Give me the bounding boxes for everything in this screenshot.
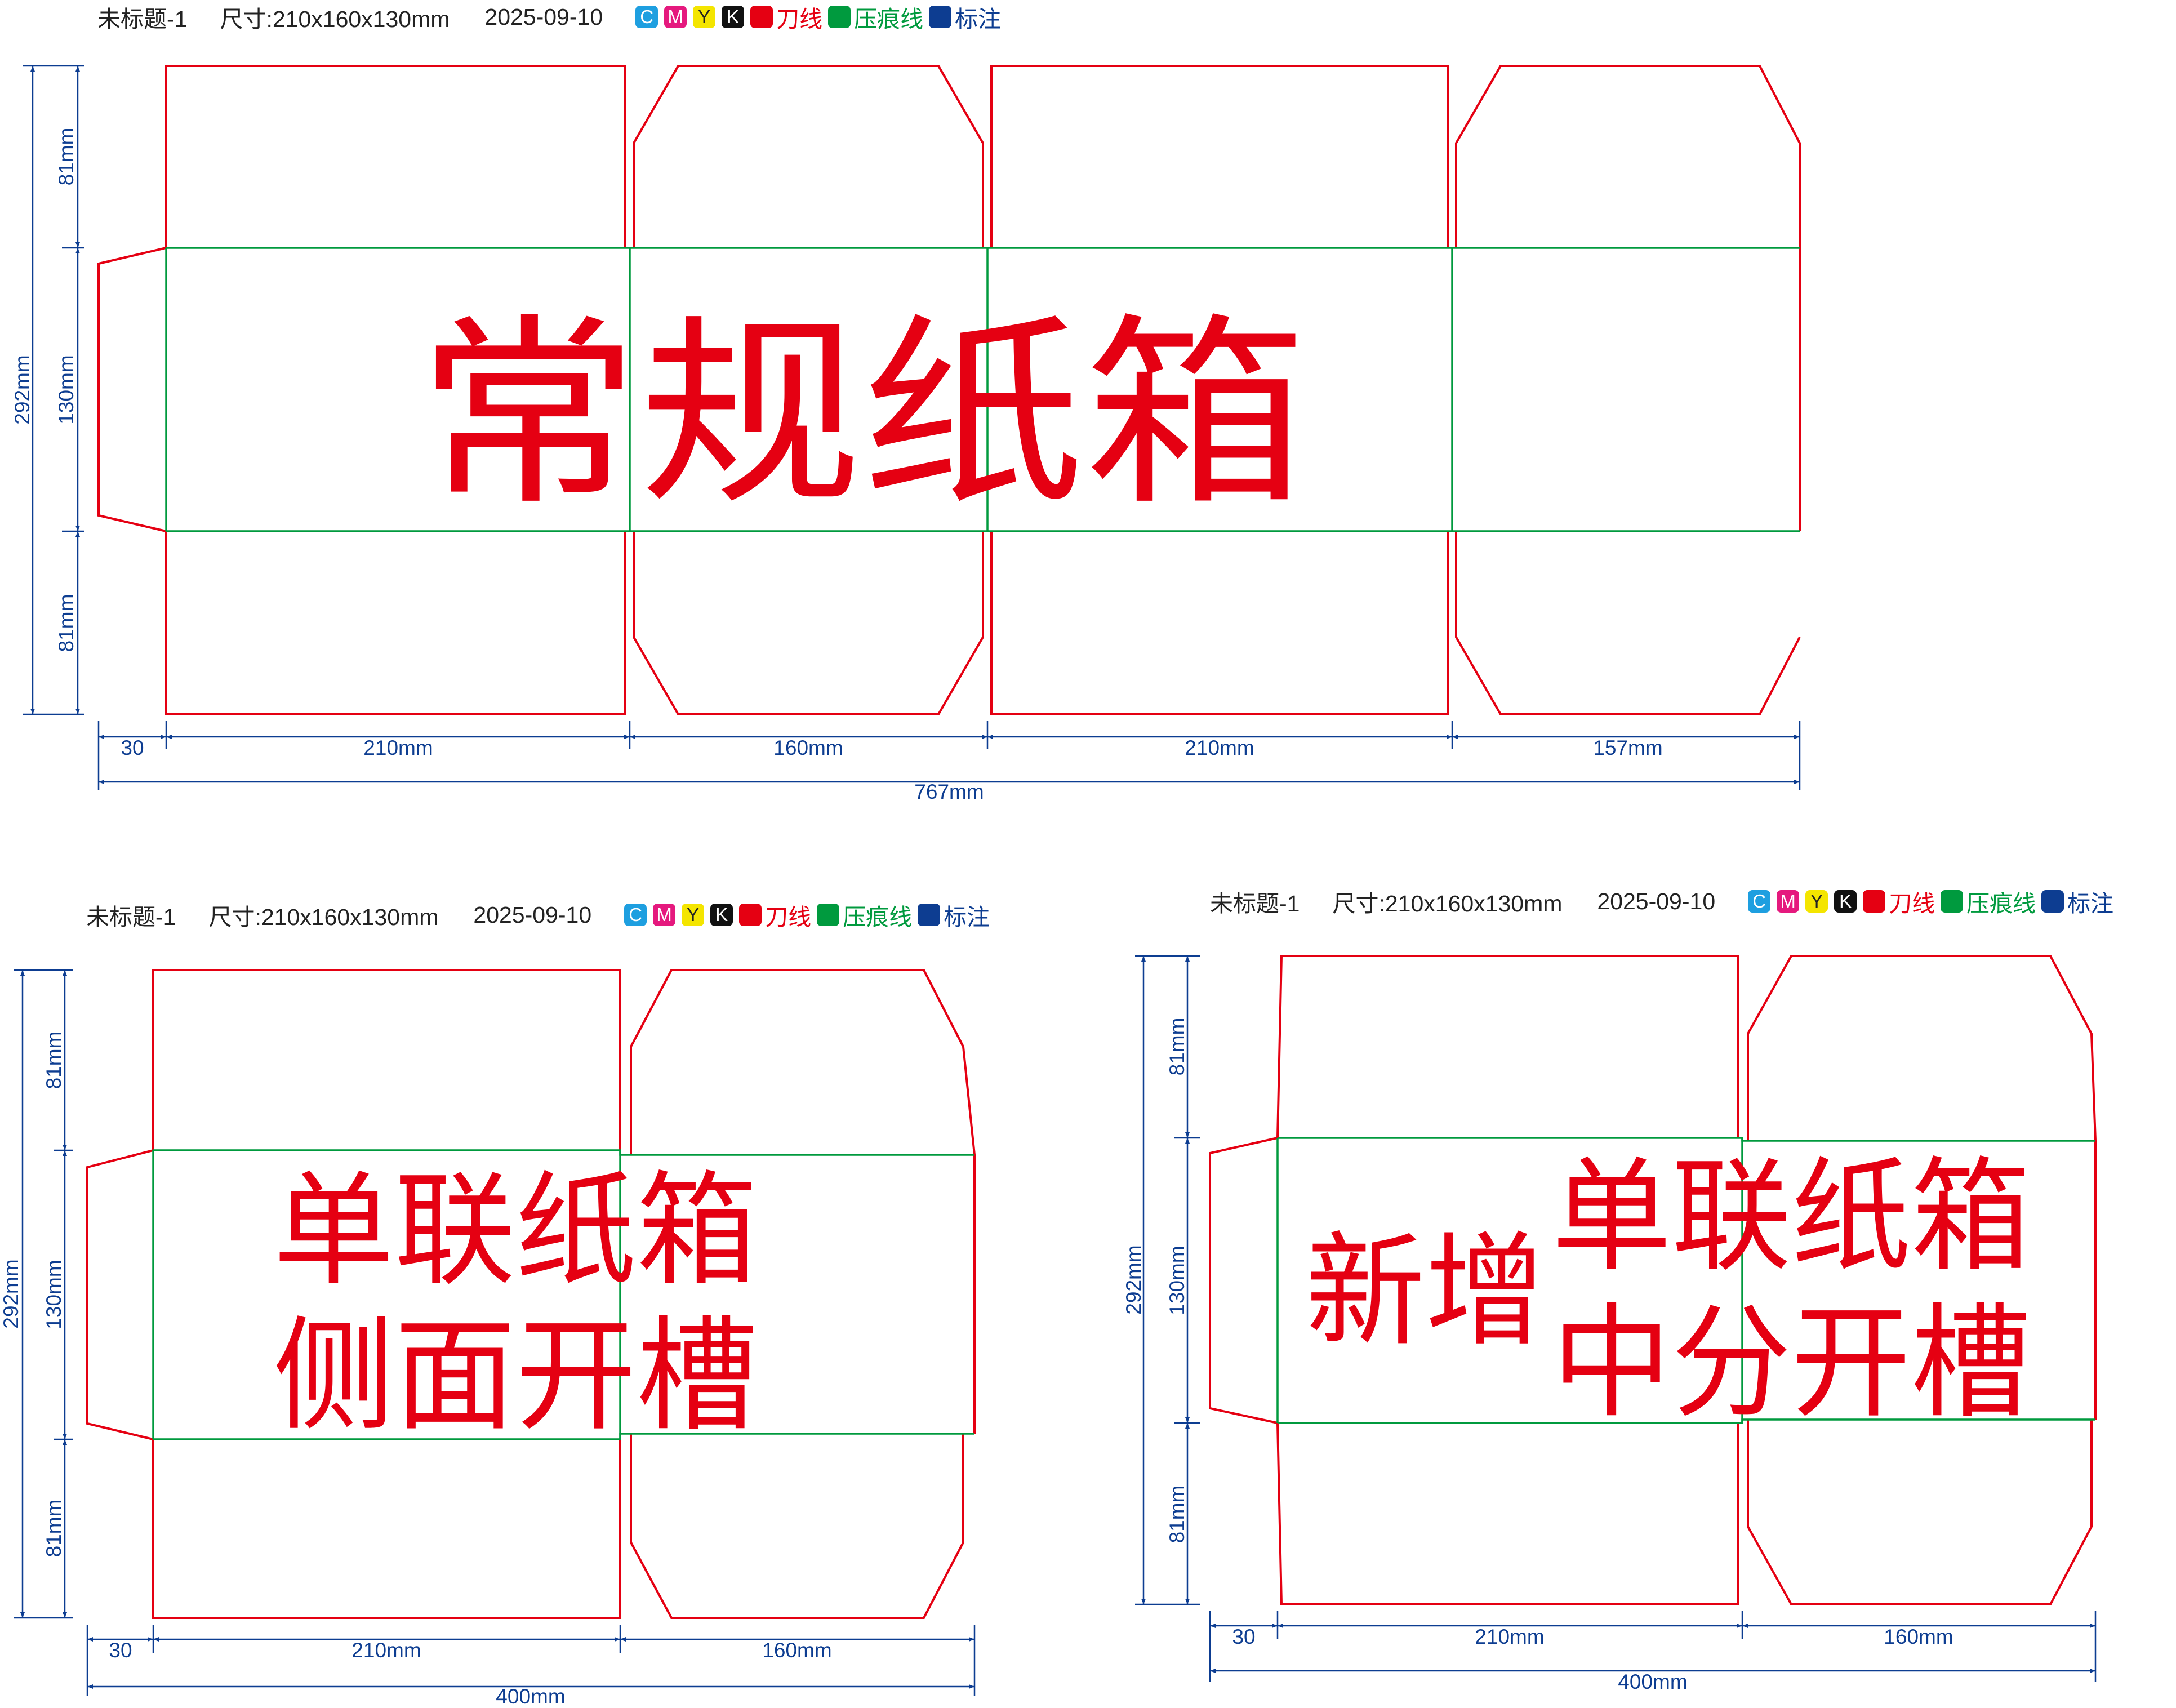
top-flap-2 [633, 65, 984, 248]
dim-total-width: 400mm [1618, 1670, 1687, 1693]
bottom-flap-2 [1747, 1420, 2093, 1605]
top-flap-4 [1455, 65, 1801, 531]
dim-total-width: 400mm [496, 1685, 565, 1708]
dim-glue: 30 [121, 736, 144, 759]
dim-flap-top: 81mm [1165, 1018, 1189, 1076]
dim-total-height: 292mm [11, 355, 34, 424]
top-flap-1 [165, 65, 626, 248]
canvas: { "header": { "doc_name": "未标题-1", "size… [0, 0, 2176, 1708]
bottom-flap-1 [165, 531, 626, 715]
bottom-flap-2 [633, 531, 984, 715]
top-flap-3 [990, 65, 1449, 248]
bottom-flap-4 [1455, 531, 1801, 715]
layout-center-slot: 292mm 81mm 130mm 81mm 30 210mm 160mm 400… [1122, 955, 2097, 1693]
dim-flap-bottom: 81mm [55, 594, 78, 652]
dim-panel-3: 210mm [1185, 736, 1254, 759]
dim-flap-top: 81mm [42, 1031, 65, 1089]
dim-flap-bottom: 81mm [1165, 1485, 1189, 1544]
glue-flap [97, 247, 167, 532]
layout-title-line-2: 中分开槽 [1552, 1292, 2031, 1435]
layout-title-prefix: 新增 [1306, 1221, 1545, 1363]
glue-flap [86, 1149, 154, 1440]
dim-panel-2: 160mm [1884, 1625, 1953, 1648]
dim-total-height: 292mm [1122, 1245, 1145, 1314]
dim-panel-2: 160mm [762, 1639, 831, 1662]
dim-glue: 30 [1232, 1625, 1255, 1648]
dim-body-height: 130mm [55, 355, 78, 424]
layout-title-line-1: 单联纸箱 [273, 1160, 758, 1302]
dim-glue: 30 [109, 1639, 132, 1662]
top-flap-1 [1276, 955, 1739, 1138]
dieline-drawing: 292mm 81mm 130mm 81mm 30 210mm 160mm 210… [0, 65, 2097, 1708]
layout-title: 常规纸箱 [417, 296, 1307, 532]
top-flap-1 [152, 969, 621, 1150]
dim-panel-1: 210mm [1475, 1625, 1544, 1648]
glue-flap [1209, 1137, 1278, 1424]
dim-panel-1: 210mm [351, 1639, 421, 1662]
dim-flap-top: 81mm [55, 128, 78, 186]
layout-title: 单联纸箱 侧面开槽 [273, 1160, 758, 1448]
dim-flap-bottom: 81mm [42, 1500, 65, 1558]
bottom-flap-3 [990, 531, 1449, 715]
dim-body-height: 130mm [42, 1260, 65, 1329]
dim-total-width: 767mm [914, 780, 984, 803]
layout-title: 新增 单联纸箱 中分开槽 [1306, 1146, 2031, 1435]
layout-side-slot: 292mm 81mm 130mm 81mm 30 210mm 160mm 400… [0, 969, 976, 1708]
layout-regular: 292mm 81mm 130mm 81mm 30 210mm 160mm 210… [11, 65, 1801, 803]
dim-panel-2: 160mm [773, 736, 843, 759]
dim-body-height: 130mm [1165, 1246, 1189, 1315]
dim-total-height: 292mm [0, 1259, 23, 1328]
layout-title-line-1: 单联纸箱 [1552, 1146, 2031, 1288]
bottom-flap-1 [1276, 1422, 1739, 1605]
dim-panel-1: 210mm [363, 736, 433, 759]
bottom-flap-2 [630, 1434, 964, 1619]
bottom-flap-1 [152, 1439, 621, 1619]
layout-title-line-2: 侧面开槽 [273, 1305, 758, 1448]
dim-panel-4: 157mm [1593, 736, 1662, 759]
